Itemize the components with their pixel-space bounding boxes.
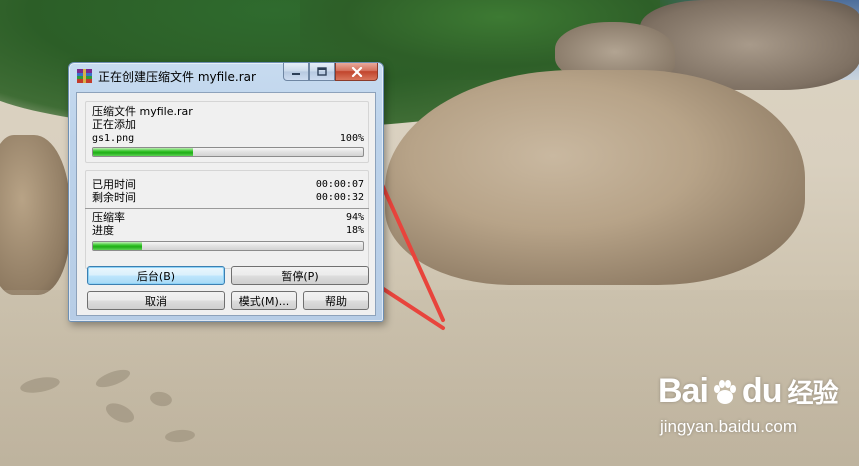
action-label: 正在添加 — [92, 118, 136, 131]
remaining-time-value: 00:00:32 — [315, 192, 364, 203]
divider — [85, 208, 369, 209]
maximize-icon — [317, 67, 327, 76]
total-progress-bar — [92, 241, 364, 251]
watermark-url: jingyan.baidu.com — [660, 417, 798, 436]
cancel-button[interactable]: 取消 — [87, 291, 225, 310]
minimize-button[interactable] — [283, 63, 309, 81]
remaining-time-label: 剩余时间 — [92, 191, 136, 204]
current-file-name: gs1.png — [92, 133, 135, 144]
compression-dialog: 正在创建压缩文件 myfile.rar 压缩文件 myfile.rar 正在添加… — [68, 62, 384, 322]
file-percent: 100% — [339, 133, 364, 144]
title-bar[interactable]: 正在创建压缩文件 myfile.rar — [69, 63, 383, 89]
logo-suffix: 经验 — [787, 379, 838, 409]
file-progress-bar — [92, 147, 364, 157]
background-button[interactable]: 后台(B) — [87, 266, 225, 285]
file-progress-fill — [93, 148, 193, 156]
mode-button[interactable]: 模式(M)... — [231, 291, 297, 310]
archive-label: 压缩文件 myfile.rar — [92, 105, 193, 118]
close-button[interactable] — [335, 63, 378, 81]
caption-buttons — [283, 63, 378, 82]
total-progress-fill — [93, 242, 142, 250]
close-icon — [351, 66, 362, 77]
logo-text: Bai — [658, 372, 709, 410]
pause-button[interactable]: 暂停(P) — [231, 266, 369, 285]
winrar-books-icon — [77, 69, 92, 83]
elapsed-time-label: 已用时间 — [92, 178, 136, 191]
progress-label: 进度 — [92, 224, 114, 237]
dialog-client-area: 压缩文件 myfile.rar 正在添加 gs1.png 100% 已用时间 0… — [76, 92, 376, 316]
help-button[interactable]: 帮助 — [303, 291, 369, 310]
paw-icon — [713, 379, 736, 404]
progress-value: 18% — [345, 225, 364, 236]
compression-ratio-value: 94% — [345, 212, 364, 223]
compression-ratio-label: 压缩率 — [92, 211, 125, 224]
baidu-logo: Bai du 经验 — [658, 372, 838, 411]
minimize-icon — [292, 72, 300, 75]
logo-text: du — [741, 372, 783, 410]
window-title: 正在创建压缩文件 myfile.rar — [98, 70, 256, 84]
elapsed-time-value: 00:00:07 — [315, 179, 364, 190]
maximize-button[interactable] — [309, 63, 335, 81]
baidu-jingyan-watermark: Bai du 经验 jingyan.baidu.com — [658, 372, 838, 437]
